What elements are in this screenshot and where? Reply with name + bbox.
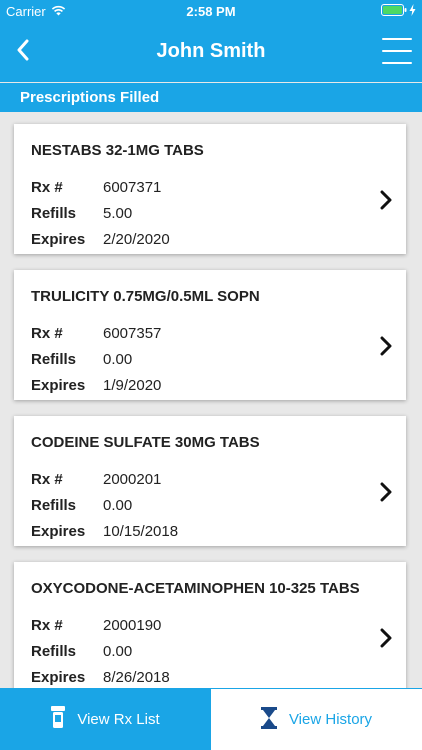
refills-label: Refills bbox=[31, 205, 77, 222]
expires-value: 8/26/2018 bbox=[103, 669, 170, 686]
charging-icon bbox=[409, 4, 416, 19]
rx-number-row: Rx # 6007371 bbox=[31, 179, 161, 196]
drug-name: CODEINE SULFATE 30MG TABS bbox=[31, 434, 260, 451]
chevron-right-icon[interactable] bbox=[378, 626, 394, 650]
chevron-right-icon[interactable] bbox=[378, 188, 394, 212]
hamburger-line bbox=[382, 62, 412, 64]
rx-number-value: 6007357 bbox=[103, 325, 162, 342]
expires-label: Expires bbox=[31, 523, 86, 540]
drug-name: TRULICITY 0.75MG/0.5ML SOPN bbox=[31, 288, 260, 305]
expires-label: Expires bbox=[31, 377, 86, 394]
refills-value: 0.00 bbox=[103, 351, 133, 368]
drug-name: OXYCODONE-ACETAMINOPHEN 10-325 TABS bbox=[31, 580, 360, 597]
menu-button[interactable] bbox=[382, 38, 412, 64]
refills-row: Refills 5.00 bbox=[31, 205, 132, 222]
prescription-card[interactable]: CODEINE SULFATE 30MG TABS Rx # 2000201 R… bbox=[14, 416, 406, 546]
prescription-list[interactable]: NESTABS 32-1MG TABS Rx # 6007371 Refills… bbox=[0, 112, 422, 688]
expires-value: 10/15/2018 bbox=[103, 523, 179, 540]
tab-bar: View Rx List View History bbox=[0, 688, 422, 750]
battery-indicator bbox=[381, 4, 416, 19]
expires-row: Expires 1/9/2020 bbox=[31, 377, 161, 394]
hourglass-icon bbox=[260, 706, 277, 733]
tab-view-history-label: View History bbox=[288, 711, 373, 728]
rx-number-value: 2000201 bbox=[103, 471, 162, 488]
expires-row: Expires 10/15/2018 bbox=[31, 523, 178, 540]
rx-number-label: Rx # bbox=[31, 325, 63, 342]
tab-view-rx-list[interactable]: View Rx List bbox=[0, 688, 211, 750]
refills-row: Refills 0.00 bbox=[31, 497, 132, 514]
chevron-right-icon[interactable] bbox=[378, 480, 394, 504]
expires-value: 2/20/2020 bbox=[103, 231, 170, 248]
clock: 2:58 PM bbox=[186, 4, 236, 19]
chevron-left-icon bbox=[16, 39, 30, 66]
status-bar: Carrier 2:58 PM bbox=[0, 0, 422, 22]
tab-view-history[interactable]: View History bbox=[211, 688, 422, 750]
prescription-card[interactable]: NESTABS 32-1MG TABS Rx # 6007371 Refills… bbox=[14, 124, 406, 254]
rx-number-label: Rx # bbox=[31, 471, 63, 488]
rx-number-value: 2000190 bbox=[103, 617, 162, 634]
refills-label: Refills bbox=[31, 351, 77, 368]
expires-row: Expires 8/26/2018 bbox=[31, 669, 170, 686]
expires-label: Expires bbox=[31, 669, 86, 686]
prescription-card[interactable]: OXYCODONE-ACETAMINOPHEN 10-325 TABS Rx #… bbox=[14, 562, 406, 688]
rx-number-label: Rx # bbox=[31, 617, 63, 634]
page-title: John Smith bbox=[156, 40, 266, 62]
drug-name: NESTABS 32-1MG TABS bbox=[31, 142, 204, 159]
expires-row: Expires 2/20/2020 bbox=[31, 231, 170, 248]
pill-bottle-icon bbox=[51, 706, 66, 732]
refills-value: 0.00 bbox=[103, 497, 133, 514]
prescription-card[interactable]: TRULICITY 0.75MG/0.5ML SOPN Rx # 6007357… bbox=[14, 270, 406, 400]
refills-value: 0.00 bbox=[103, 643, 133, 660]
rx-number-row: Rx # 2000201 bbox=[31, 471, 161, 488]
nav-bar: John Smith bbox=[0, 22, 422, 82]
refills-label: Refills bbox=[31, 643, 77, 660]
refills-row: Refills 0.00 bbox=[31, 643, 132, 660]
hamburger-line bbox=[382, 50, 412, 52]
section-header: Prescriptions Filled bbox=[0, 83, 422, 112]
expires-label: Expires bbox=[31, 231, 86, 248]
refills-row: Refills 0.00 bbox=[31, 351, 132, 368]
back-button[interactable] bbox=[8, 36, 38, 68]
expires-value: 1/9/2020 bbox=[103, 377, 162, 394]
battery-icon bbox=[381, 4, 407, 19]
refills-label: Refills bbox=[31, 497, 77, 514]
rx-number-value: 6007371 bbox=[103, 179, 162, 196]
hamburger-line bbox=[382, 38, 412, 40]
rx-number-label: Rx # bbox=[31, 179, 63, 196]
rx-number-row: Rx # 2000190 bbox=[31, 617, 161, 634]
tab-view-rx-list-label: View Rx List bbox=[77, 710, 160, 728]
chevron-right-icon[interactable] bbox=[378, 334, 394, 358]
refills-value: 5.00 bbox=[103, 205, 133, 222]
rx-number-row: Rx # 6007357 bbox=[31, 325, 161, 342]
